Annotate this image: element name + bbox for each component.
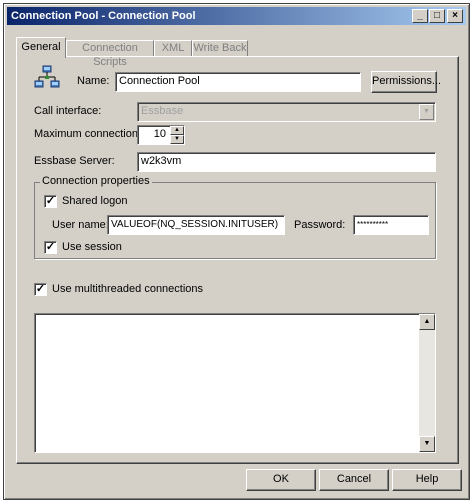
close-button[interactable]: × [447,9,463,23]
call-interface-select[interactable]: Essbase ▼ [137,102,436,122]
connection-properties-title: Connection properties [40,175,152,187]
password-label: Password: [294,219,346,231]
description-textarea[interactable]: ▲ ▼ [34,313,436,453]
vertical-scrollbar[interactable] [419,314,435,452]
help-button[interactable]: Help [392,469,462,491]
chevron-down-icon: ▼ [419,104,434,120]
user-name-input[interactable]: VALUEOF(NQ_SESSION.INITUSER) [107,215,285,235]
tab-general[interactable]: General [16,37,66,58]
max-connections-label: Maximum connections: [34,128,147,140]
password-input[interactable]: ********** [353,215,429,235]
check-icon: ✓ [45,195,56,207]
user-name-label: User name: [52,219,109,231]
spin-up-button[interactable]: ▲ [170,126,184,135]
tab-xml[interactable]: XML [154,40,192,56]
use-session-label: Use session [62,241,122,253]
server-input[interactable]: w2k3vm [137,152,436,172]
connection-pool-dialog: Connection Pool - Connection Pool _ □ × … [3,3,470,500]
scroll-down-button[interactable]: ▼ [419,436,435,452]
maximize-button[interactable]: □ [429,9,445,23]
multithreaded-label: Use multithreaded connections [52,283,204,295]
name-input[interactable]: Connection Pool [115,72,361,92]
max-connections-value: 10 [153,128,166,140]
name-label: Name: [77,75,110,87]
tab-connection-scripts[interactable]: Connection Scripts [66,40,154,68]
call-interface-value: Essbase [141,105,184,117]
ok-button[interactable]: OK [246,469,316,491]
shared-logon-label: Shared logon [62,195,128,207]
use-session-checkbox[interactable]: ✓ [44,241,57,254]
shared-logon-checkbox[interactable]: ✓ [44,195,57,208]
tab-write-back[interactable]: Write Back [192,40,248,56]
check-icon: ✓ [35,283,46,295]
multithreaded-checkbox[interactable]: ✓ [34,283,47,296]
spin-down-button[interactable]: ▼ [170,135,184,144]
call-interface-label: Call interface: [34,105,102,117]
server-label: Essbase Server: [34,155,115,167]
scroll-up-button[interactable]: ▲ [419,314,435,330]
permissions-button[interactable]: Permissions... [371,71,441,93]
cancel-button[interactable]: Cancel [319,469,389,491]
title-bar[interactable]: Connection Pool - Connection Pool _ □ × [7,7,466,25]
window-title: Connection Pool - Connection Pool [11,10,196,22]
minimize-button[interactable]: _ [412,9,428,23]
network-icon [34,65,60,88]
general-panel: Name: Connection Pool Permissions... Cal… [16,56,459,464]
check-icon: ✓ [45,241,56,253]
